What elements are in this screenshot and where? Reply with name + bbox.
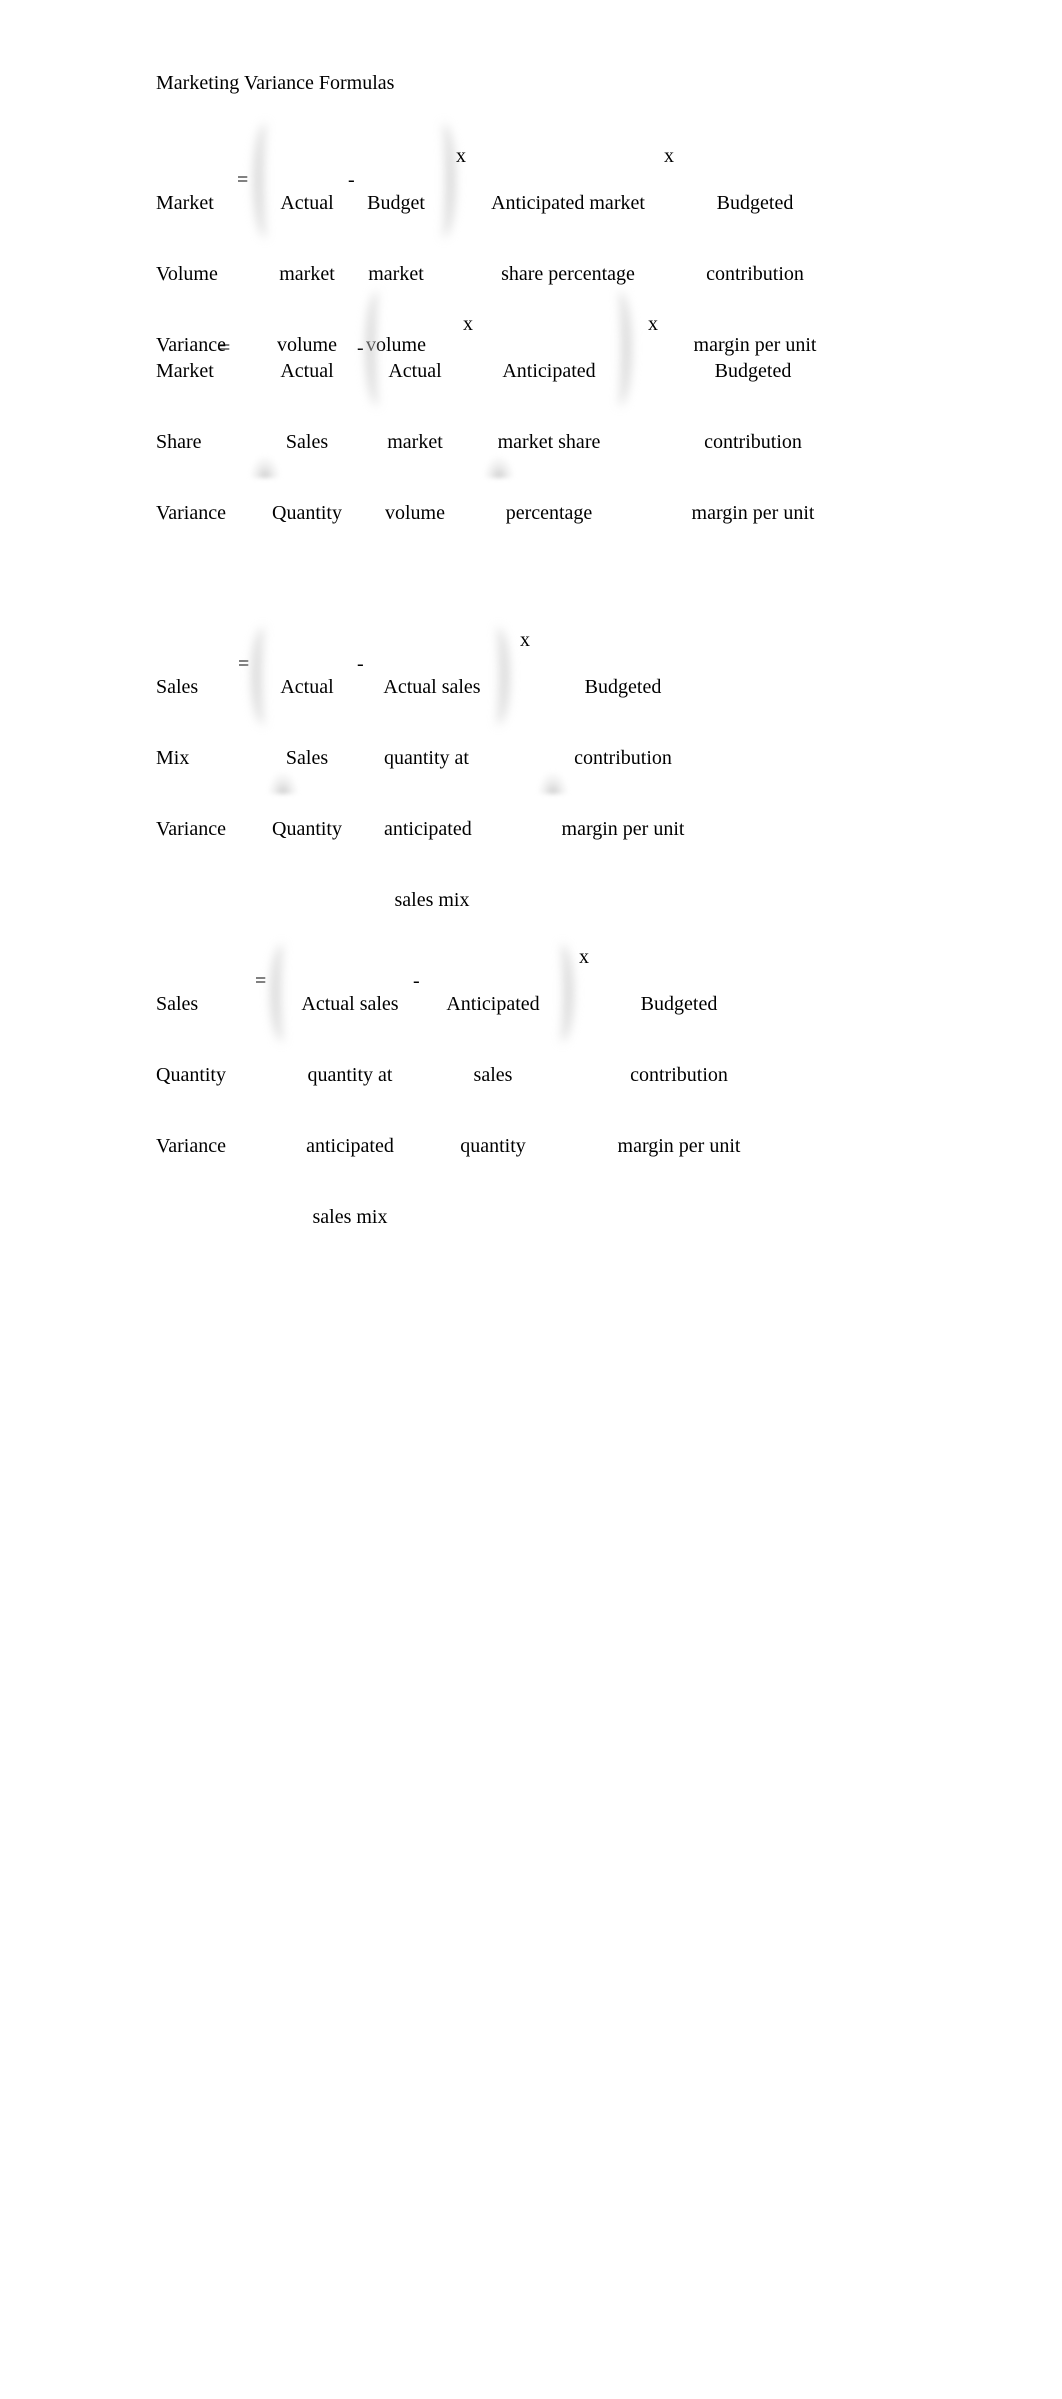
equals-sign: = <box>237 168 249 191</box>
factor-line: Budgeted <box>714 360 792 383</box>
term-anticipated-sales-quantity: Anticipated sales quantity <box>434 946 552 1206</box>
term-line: volume <box>385 501 445 524</box>
term-line: sales <box>473 1063 513 1086</box>
label-line: Variance <box>156 1134 226 1157</box>
term-line: quantity <box>460 1134 526 1157</box>
equals-sign: = <box>255 969 267 992</box>
term-line: quantity at <box>384 746 469 769</box>
label-line: Market <box>156 192 214 215</box>
factor-anticipated-market-share-percentage: Anticipated market share percentage <box>492 313 606 573</box>
term-line: Budget <box>367 192 425 215</box>
term-line: anticipated <box>306 1134 394 1157</box>
right-bracket <box>548 944 573 1042</box>
term-actual-sales-quantity-at-anticipated-mix: Actual sales quantity at anticipated sal… <box>376 629 488 959</box>
term-line: Sales <box>285 430 329 453</box>
right-bracket <box>430 123 455 238</box>
multiply-sign: x <box>520 629 530 651</box>
term-line: Actual <box>280 360 334 383</box>
factor-line: Anticipated market <box>491 192 645 215</box>
term-line: Actual sales <box>301 993 399 1016</box>
term-line: sales mix <box>394 888 470 911</box>
factor-line: contribution <box>630 1063 728 1086</box>
factor-line: share percentage <box>501 262 635 285</box>
term-actual-sales-quantity: Actual Sales Quantity <box>270 313 344 573</box>
formula-label: Sales Mix Variance <box>156 629 226 889</box>
term-line: Quantity <box>272 501 342 524</box>
label-line: Share <box>156 430 202 453</box>
minus-sign: - <box>357 652 364 675</box>
label-line: Quantity <box>156 1063 226 1086</box>
right-bracket <box>606 291 631 406</box>
factor-budgeted-contribution-margin: Budgeted contribution margin per unit <box>604 946 754 1206</box>
minus-sign: - <box>357 336 364 359</box>
term-line: quantity at <box>307 1063 393 1086</box>
right-bracket <box>484 627 509 725</box>
term-line: sales mix <box>312 1205 388 1228</box>
factor-budgeted-contribution-margin: Budgeted contribution margin per unit <box>678 313 828 573</box>
factor-budgeted-contribution-margin: Budgeted contribution margin per unit <box>548 629 698 889</box>
term-line: Quantity <box>272 817 342 840</box>
formula-label: Market Share Variance <box>156 313 226 573</box>
term-actual-market-volume: Actual market volume <box>380 313 450 573</box>
formula-label: Sales Quantity Variance <box>156 946 226 1206</box>
factor-line: margin per unit <box>561 817 685 840</box>
term-line: Actual <box>280 676 334 699</box>
factor-line: Anticipated <box>502 360 596 383</box>
multiply-sign: x <box>579 946 589 968</box>
term-line: Sales <box>285 746 329 769</box>
multiply-sign: x <box>648 313 658 335</box>
term-line: anticipated <box>384 817 472 840</box>
multiply-sign: x <box>463 313 473 335</box>
equals-sign: = <box>238 652 250 675</box>
factor-line: margin per unit <box>617 1134 741 1157</box>
term-line: Actual <box>280 192 334 215</box>
label-line: Sales <box>156 993 199 1016</box>
factor-line: percentage <box>505 501 593 524</box>
factor-line: contribution <box>706 262 804 285</box>
bracket-fragment <box>268 772 298 794</box>
factor-anticipated-market-share: Anticipated market share percentage <box>483 145 653 334</box>
factor-line: Budgeted <box>640 993 718 1016</box>
factor-line: Budgeted <box>584 676 662 699</box>
label-line: Sales <box>156 676 199 699</box>
factor-line: Budgeted <box>716 192 794 215</box>
label-line: Market <box>156 360 214 383</box>
bracket-fragment <box>538 772 568 794</box>
minus-sign: - <box>348 168 355 191</box>
label-line: Variance <box>156 817 226 840</box>
factor-line: margin per unit <box>691 501 815 524</box>
term-actual-sales-quantity-at-anticipated-mix: Actual sales quantity at anticipated sal… <box>290 946 410 1276</box>
term-line: market <box>387 430 443 453</box>
label-line: Volume <box>156 262 218 285</box>
label-line: Variance <box>156 501 226 524</box>
term-line: market <box>279 262 335 285</box>
minus-sign: - <box>413 969 420 992</box>
equals-sign: = <box>219 336 231 359</box>
term-line: Anticipated <box>446 993 540 1016</box>
bracket-fragment <box>250 456 280 478</box>
factor-line: market share <box>497 430 601 453</box>
page-title: Marketing Variance Formulas <box>156 72 395 94</box>
term-line: market <box>368 262 424 285</box>
multiply-sign: x <box>664 145 674 167</box>
term-actual-sales-quantity: Actual Sales Quantity <box>270 629 344 889</box>
label-line: Mix <box>156 746 190 769</box>
bracket-fragment <box>484 456 514 478</box>
factor-line: contribution <box>704 430 802 453</box>
factor-line: contribution <box>574 746 672 769</box>
multiply-sign: x <box>456 145 466 167</box>
term-line: Actual <box>388 360 442 383</box>
term-line: Actual sales <box>383 676 481 699</box>
